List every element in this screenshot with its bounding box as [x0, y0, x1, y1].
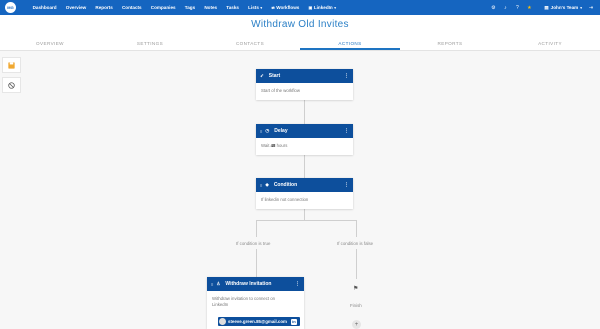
node-description: If linkedin not connection [261, 197, 309, 202]
connector [356, 249, 357, 279]
star-icon[interactable]: ★ [526, 5, 532, 11]
main-nav: Dashboard Overview Reports Contacts Comp… [28, 5, 341, 10]
settings-icon[interactable]: ⚙ [490, 5, 496, 11]
flag-icon: ⚑ [353, 286, 359, 292]
node-description: Withdraw invitation to connect on Linked… [212, 296, 276, 307]
tab-reports[interactable]: REPORTS [400, 37, 500, 50]
nav-tags[interactable]: Tags [180, 5, 200, 10]
node-header: ➶ Start ⋮ [256, 69, 353, 83]
nav-dashboard[interactable]: Dashboard [28, 5, 61, 10]
nav-notes[interactable]: Notes [200, 5, 222, 10]
delay-hours: 48 [270, 143, 276, 148]
add-step-button[interactable]: + [352, 320, 361, 329]
linkedin-icon: ▣ [308, 5, 313, 10]
finish-label: Finish [350, 303, 362, 308]
tab-contacts[interactable]: CONTACTS [200, 37, 300, 50]
workflow-canvas[interactable]: ➶ Start ⋮ Start of the workflow ≡ ◷ Dela… [24, 51, 600, 329]
nav-linkedin-label: LinkedIn [313, 5, 333, 10]
tab-actions[interactable]: ACTIONS [300, 37, 400, 50]
page-title: Withdraw Old Invites [251, 19, 349, 30]
condition-node[interactable]: ≡ ◆ Condition ⋮ If linkedin not connecti… [256, 178, 353, 209]
node-title: Start [268, 73, 281, 79]
ban-icon [8, 81, 15, 89]
tab-settings[interactable]: SETTINGS [100, 37, 200, 50]
linkedin-account-chip[interactable]: steeve.green.85@gmail.com in [218, 317, 300, 326]
delay-suffix: hours [276, 143, 288, 148]
avatar [219, 318, 226, 325]
chevron-down-icon: ▾ [580, 5, 582, 10]
team-name: John's Team [550, 5, 579, 10]
kebab-menu-icon[interactable]: ⋮ [295, 281, 300, 287]
connector [256, 249, 257, 277]
app-logo[interactable]: MG [5, 2, 16, 13]
workflow-icon: ⇄ [271, 5, 275, 10]
branch-true-label: If condition is true [236, 241, 271, 246]
delay-prefix: Wait [261, 143, 270, 148]
branch-false-label: If condition is false [337, 241, 374, 246]
nav-workflows[interactable]: ⇄ Workflows [267, 5, 304, 10]
save-icon [8, 61, 15, 69]
top-navbar: MG Dashboard Overview Reports Contacts C… [0, 0, 600, 15]
kebab-menu-icon[interactable]: ⋮ [344, 182, 349, 188]
node-title: Condition [273, 182, 298, 188]
node-title: Withdraw Invitation [225, 281, 272, 287]
nav-overview[interactable]: Overview [61, 5, 91, 10]
help-icon[interactable]: ? [514, 5, 520, 11]
nav-lists[interactable]: Lists ▾ [244, 5, 267, 10]
kebab-menu-icon[interactable]: ⋮ [344, 73, 349, 79]
nav-reports[interactable]: Reports [91, 5, 118, 10]
bell-icon[interactable]: ♪ [502, 5, 508, 11]
nav-linkedin[interactable]: ▣ LinkedIn ▾ [304, 5, 341, 10]
connector [256, 220, 257, 237]
chevron-down-icon: ▾ [334, 5, 336, 10]
drag-handle-icon[interactable]: ≡ [260, 129, 262, 134]
workflow-tabs: OVERVIEW SETTINGS CONTACTS ACTIONS REPOR… [0, 37, 600, 51]
delay-node[interactable]: ≡ ◷ Delay ⋮ Wait 48 hours [256, 124, 353, 155]
kebab-menu-icon[interactable]: ⋮ [344, 128, 349, 134]
nav-companies[interactable]: Companies [146, 5, 180, 10]
node-description: Start of the workflow [261, 88, 300, 93]
tab-overview[interactable]: OVERVIEW [0, 37, 100, 50]
disable-button[interactable] [2, 77, 21, 93]
nav-lists-label: Lists [248, 5, 259, 10]
node-title: Delay [274, 128, 288, 134]
connector [256, 220, 357, 221]
page-header: Withdraw Old Invites OVERVIEW SETTINGS C… [0, 15, 600, 51]
logout-icon[interactable]: ⇥ [588, 5, 594, 11]
node-header: ≡ ◆ Condition ⋮ [256, 178, 353, 192]
connector [304, 155, 305, 178]
node-description: Wait 48 hours [256, 138, 353, 154]
connector [356, 220, 357, 237]
diamond-icon: ◆ [265, 182, 269, 187]
drag-handle-icon[interactable]: ≡ [211, 282, 213, 287]
chevron-down-icon: ▾ [260, 5, 263, 10]
nav-workflows-label: Workflows [276, 5, 300, 10]
team-switcher[interactable]: ▤ John's Team ▾ [544, 5, 582, 11]
connector [304, 209, 305, 220]
start-node[interactable]: ➶ Start ⋮ Start of the workflow [256, 69, 353, 100]
clock-icon: ◷ [265, 128, 270, 133]
nav-tasks[interactable]: Tasks [222, 5, 244, 10]
account-email: steeve.green.85@gmail.com [228, 319, 287, 324]
nav-contacts[interactable]: Contacts [117, 5, 146, 10]
navbar-actions: ⚙ ♪ ? ★ ▤ John's Team ▾ ⇥ [490, 0, 594, 15]
node-header: ≡ ◷ Delay ⋮ [256, 124, 353, 138]
node-header: ≡ ♙ Withdraw Invitation ⋮ [207, 277, 304, 291]
building-icon: ▤ [544, 4, 549, 10]
tab-activity[interactable]: ACTIVITY [500, 37, 600, 50]
connector [304, 100, 305, 124]
user-minus-icon: ♙ [216, 281, 221, 286]
rocket-icon: ➶ [260, 73, 264, 78]
save-button[interactable] [2, 57, 21, 73]
drag-handle-icon[interactable]: ≡ [260, 183, 262, 188]
linkedin-icon: in [290, 318, 297, 325]
